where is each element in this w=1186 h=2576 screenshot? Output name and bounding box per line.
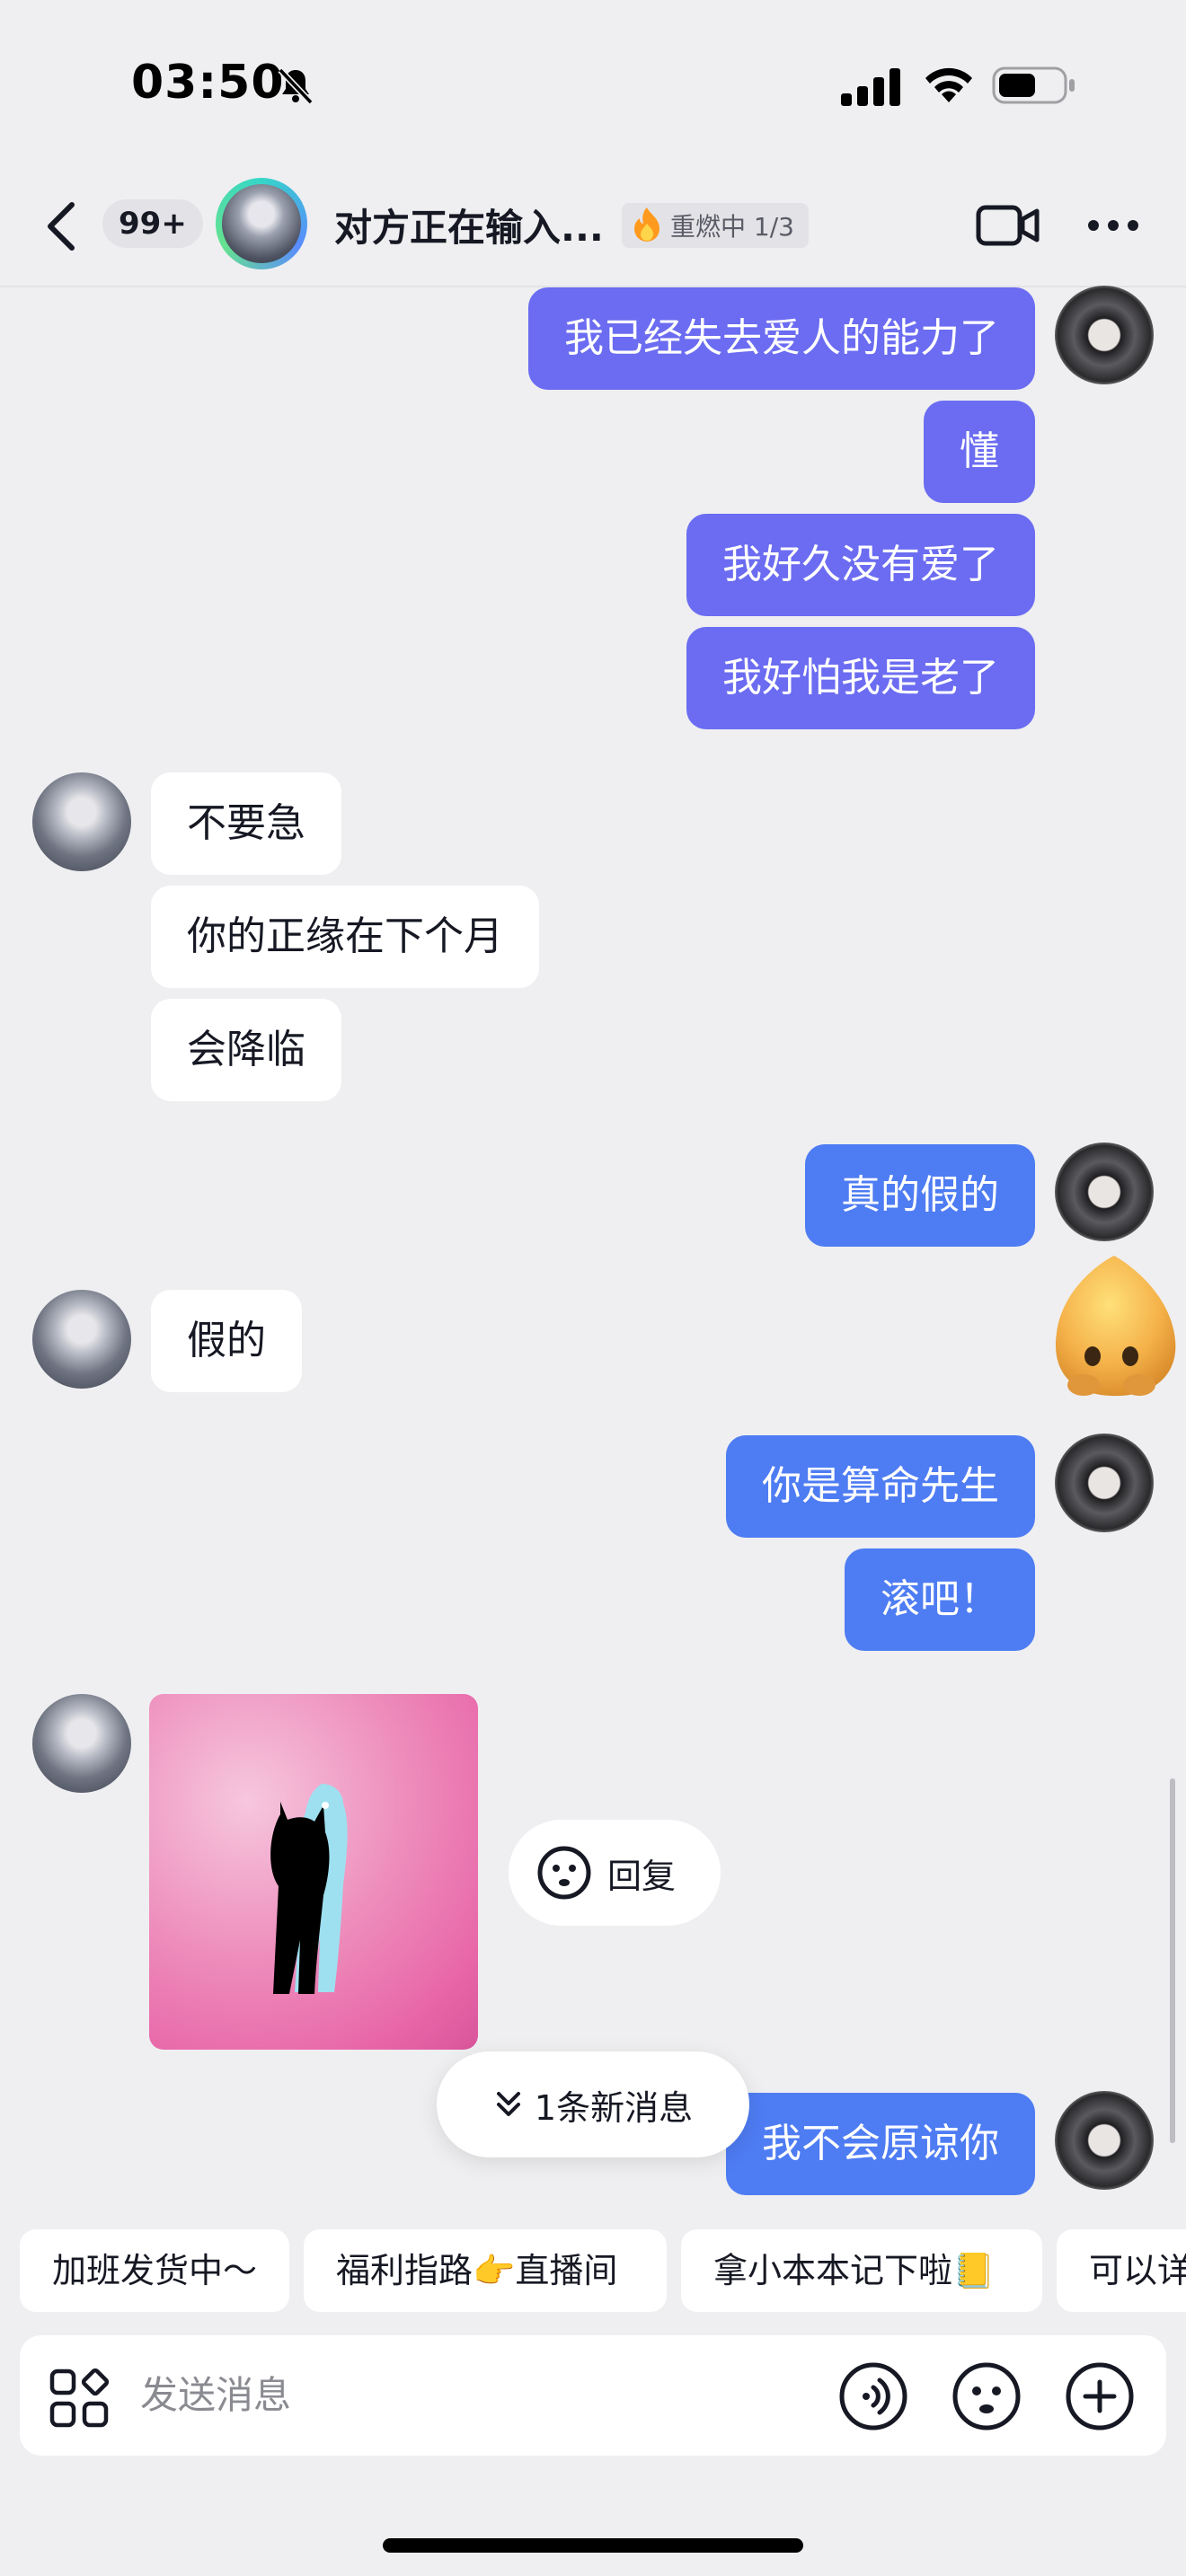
quick-reply-chip[interactable]: 福利指路👉直播间 [304,2229,667,2312]
contact-status-title[interactable]: 对方正在输入... [334,198,604,252]
quick-reply-chip[interactable]: 加班发货中～ [20,2229,289,2312]
contact-avatar[interactable] [216,178,307,269]
double-chevron-down-icon [496,2092,520,2116]
video-call-icon[interactable] [976,203,1040,248]
mascot-sticker[interactable] [1040,1250,1186,1401]
battery-icon [992,66,1075,104]
message-bubble-received[interactable]: 假的 [151,1290,302,1392]
message-bubble-sent[interactable]: 真的假的 [805,1144,1035,1247]
streak-badge-label: 重燃中 1/3 [670,212,794,242]
new-messages-button[interactable]: 1条新消息 [437,2051,749,2157]
message-bubble-sent[interactable]: 滚吧！ [845,1548,1035,1651]
contact-avatar[interactable] [32,772,131,871]
contact-avatar[interactable] [32,1290,131,1389]
cat-sticker-image[interactable] [149,1694,478,2050]
contact-avatar[interactable] [32,1694,131,1793]
reply-button-label: 回复 [607,1856,677,1896]
message-bubble-received[interactable]: 不要急 [151,772,341,875]
message-bubble-received[interactable]: 你的正缘在下个月 [151,886,539,988]
quick-reply-chip[interactable]: 拿小本本记下啦📒 [681,2229,1042,2312]
back-icon[interactable] [40,199,86,253]
cat-silhouette-icon [270,1784,348,1994]
my-avatar[interactable] [1055,286,1154,384]
streak-badge[interactable]: 重燃中 1/3 [622,203,809,248]
message-bubble-sent[interactable]: 我好久没有爱了 [686,514,1035,616]
more-icon[interactable] [1085,217,1141,234]
message-bubble-sent[interactable]: 你是算命先生 [726,1435,1035,1538]
wifi-icon [925,67,972,102]
status-time: 03:50 [131,56,285,110]
new-messages-label: 1条新消息 [534,2087,694,2128]
voice-icon[interactable] [837,2360,909,2432]
message-bubble-sent[interactable]: 我不会原谅你 [726,2093,1035,2195]
plus-icon[interactable] [1064,2360,1136,2432]
scrollbar[interactable] [1170,1778,1175,2143]
apps-grid-icon[interactable] [49,2368,110,2429]
bell-slash-icon [278,67,314,105]
unread-count-badge[interactable]: 99+ [102,199,203,248]
home-indicator[interactable] [383,2538,803,2553]
message-bubble-sent[interactable]: 我好怕我是老了 [686,627,1035,729]
reply-button[interactable]: 回复 [509,1820,721,1926]
my-avatar[interactable] [1055,1434,1154,1532]
emoji-face-icon [537,1846,591,1900]
my-avatar[interactable] [1055,1142,1154,1241]
message-bubble-sent[interactable]: 懂 [924,401,1035,503]
message-input-bar: 发送消息 [20,2335,1166,2456]
message-bubble-sent[interactable]: 我已经失去爱人的能力了 [528,287,1035,390]
my-avatar[interactable] [1055,2091,1154,2190]
cellular-signal-icon [841,68,900,106]
message-bubble-received[interactable]: 会降临 [151,999,341,1101]
chat-header: 99+ 对方正在输入... 重燃中 1/3 [0,162,1186,287]
quick-reply-chip[interactable]: 可以详 [1057,2229,1186,2312]
message-input[interactable]: 发送消息 [140,2335,291,2456]
fire-icon [634,207,659,242]
emoji-icon[interactable] [951,2360,1022,2432]
